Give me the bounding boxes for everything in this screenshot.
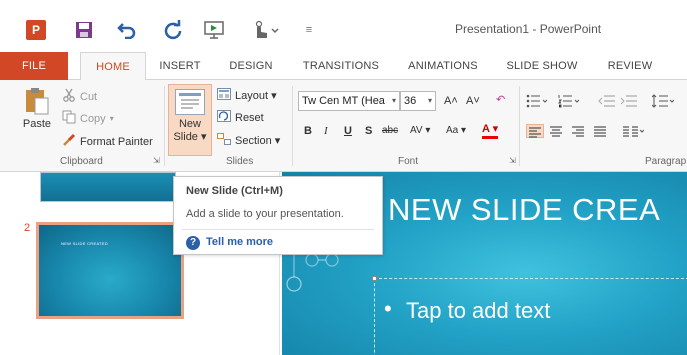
tab-transitions[interactable]: TRANSITIONS [298, 52, 384, 80]
clipboard-group-label: Clipboard [60, 156, 103, 167]
tab-animations[interactable]: ANIMATIONS [400, 52, 486, 80]
copy-icon [62, 110, 76, 127]
new-slide-dropdown-label[interactable]: Slide ▾ [173, 130, 206, 143]
font-name-combobox[interactable]: Tw Cen MT (Hea ▾ [298, 91, 400, 111]
tab-file[interactable]: FILE [0, 52, 68, 80]
tab-design[interactable]: DESIGN [220, 52, 282, 80]
tooltip-divider [182, 229, 374, 230]
columns-icon[interactable] [622, 124, 645, 138]
numbering-icon[interactable] [558, 94, 580, 108]
save-icon[interactable] [74, 20, 94, 40]
paragraph-group-label: Paragrap [645, 156, 687, 167]
reset-icon [217, 110, 231, 125]
slide-thumbnail-2[interactable]: NEW SLIDE CREATED [36, 222, 184, 319]
tab-slide-show[interactable]: SLIDE SHOW [502, 52, 582, 80]
placeholder-text[interactable]: Tap to add text [406, 298, 550, 324]
clear-formatting-button[interactable]: ↶ [496, 91, 505, 109]
layout-label: Layout ▾ [235, 90, 277, 102]
resize-handle[interactable] [372, 276, 377, 281]
layout-icon [217, 88, 231, 103]
copy-label: Copy [80, 112, 106, 125]
underline-button[interactable]: U [344, 122, 352, 140]
customize-toolbar-icon[interactable]: ≡ [302, 20, 316, 40]
font-name-value: Tw Cen MT (Hea [302, 95, 385, 107]
new-slide-tooltip: New Slide (Ctrl+M) Add a slide to your p… [173, 176, 383, 255]
group-separator [164, 86, 165, 166]
reset-button[interactable]: Reset [217, 110, 264, 125]
line-spacing-icon[interactable] [651, 94, 675, 108]
group-separator [519, 86, 520, 166]
decrease-indent-icon[interactable] [598, 94, 616, 108]
scissors-icon [62, 88, 76, 105]
paste-icon [24, 86, 50, 116]
help-icon[interactable]: ? [186, 236, 200, 250]
bullet-glyph: • [384, 296, 392, 321]
align-center-icon[interactable] [548, 124, 566, 138]
change-case-button[interactable]: Aa ▾ [446, 122, 466, 140]
window-title: Presentation1 - PowerPoint [455, 22, 602, 36]
chevron-down-icon[interactable]: ▾ [392, 92, 396, 110]
font-launcher-icon[interactable]: ⇲ [509, 156, 516, 165]
reset-label: Reset [235, 111, 264, 124]
slide-thumbnail-1[interactable] [40, 172, 176, 202]
ribbon-tabs: FILE HOME INSERT DESIGN TRANSITIONS ANIM… [0, 52, 687, 81]
align-right-icon[interactable] [570, 124, 588, 138]
new-slide-label: New [178, 118, 201, 130]
paste-label: Paste [22, 118, 52, 130]
clipboard-launcher-icon[interactable]: ⇲ [153, 156, 160, 165]
strikethrough-button[interactable]: abc [382, 122, 398, 140]
slide-title[interactable]: NEW SLIDE CREA [388, 192, 660, 228]
slides-group-label: Slides [226, 156, 254, 167]
tell-me-more-link[interactable]: Tell me more [206, 236, 273, 248]
layout-button[interactable]: Layout ▾ [217, 88, 277, 103]
paste-button[interactable]: Paste [18, 86, 56, 146]
chevron-down-icon[interactable]: ▾ [428, 92, 432, 110]
paintbrush-icon [62, 133, 76, 150]
bullets-icon[interactable] [526, 94, 548, 108]
thumbnail-title: NEW SLIDE CREATED [61, 241, 109, 246]
font-size-combobox[interactable]: 36 ▾ [400, 91, 436, 111]
character-spacing-button[interactable]: AV ▾ [410, 122, 430, 140]
section-button[interactable]: Section ▾ [217, 133, 280, 148]
text-shadow-button[interactable]: S [365, 122, 372, 140]
cut-label: Cut [80, 90, 98, 103]
tooltip-title: New Slide (Ctrl+M) [186, 185, 283, 197]
shrink-font-button[interactable]: A˅ [466, 92, 480, 110]
grow-font-button[interactable]: A˄ [444, 92, 458, 110]
increase-indent-icon[interactable] [620, 94, 638, 108]
align-left-icon[interactable] [526, 124, 544, 138]
powerpoint-logo-icon[interactable]: P [26, 20, 46, 40]
tab-home[interactable]: HOME [80, 52, 146, 81]
copy-dropdown-arrow[interactable]: ▾ [110, 114, 114, 123]
font-size-value: 36 [404, 95, 417, 107]
section-icon [217, 133, 231, 148]
quick-access-toolbar: P ≡ Presentation1 - PowerPoint [0, 0, 687, 52]
touch-mode-icon[interactable] [250, 20, 280, 40]
cut-button[interactable]: Cut [62, 88, 97, 105]
new-slide-button[interactable]: New Slide ▾ [168, 84, 212, 156]
justify-icon[interactable] [592, 124, 610, 138]
start-from-beginning-icon[interactable] [202, 20, 226, 40]
tooltip-description: Add a slide to your presentation. [186, 208, 344, 220]
font-group-label: Font [398, 156, 419, 167]
section-label: Section ▾ [235, 135, 281, 147]
bold-button[interactable]: B [304, 122, 312, 140]
redo-icon[interactable] [162, 20, 184, 40]
format-painter-button[interactable]: Format Painter [62, 133, 153, 150]
format-painter-label: Format Painter [80, 135, 153, 148]
ribbon-home: Paste Cut Copy ▾ Format Painter Clipboar… [0, 80, 687, 172]
copy-button[interactable]: Copy ▾ [62, 110, 114, 127]
undo-icon[interactable] [116, 20, 138, 40]
group-separator [292, 86, 293, 166]
tab-review[interactable]: REVIEW [600, 52, 660, 80]
slide-number: 2 [24, 222, 31, 234]
italic-button[interactable]: I [324, 122, 328, 140]
tab-insert[interactable]: INSERT [150, 52, 210, 80]
font-color-button[interactable]: A ▾ [482, 122, 499, 139]
new-slide-icon [175, 89, 205, 115]
